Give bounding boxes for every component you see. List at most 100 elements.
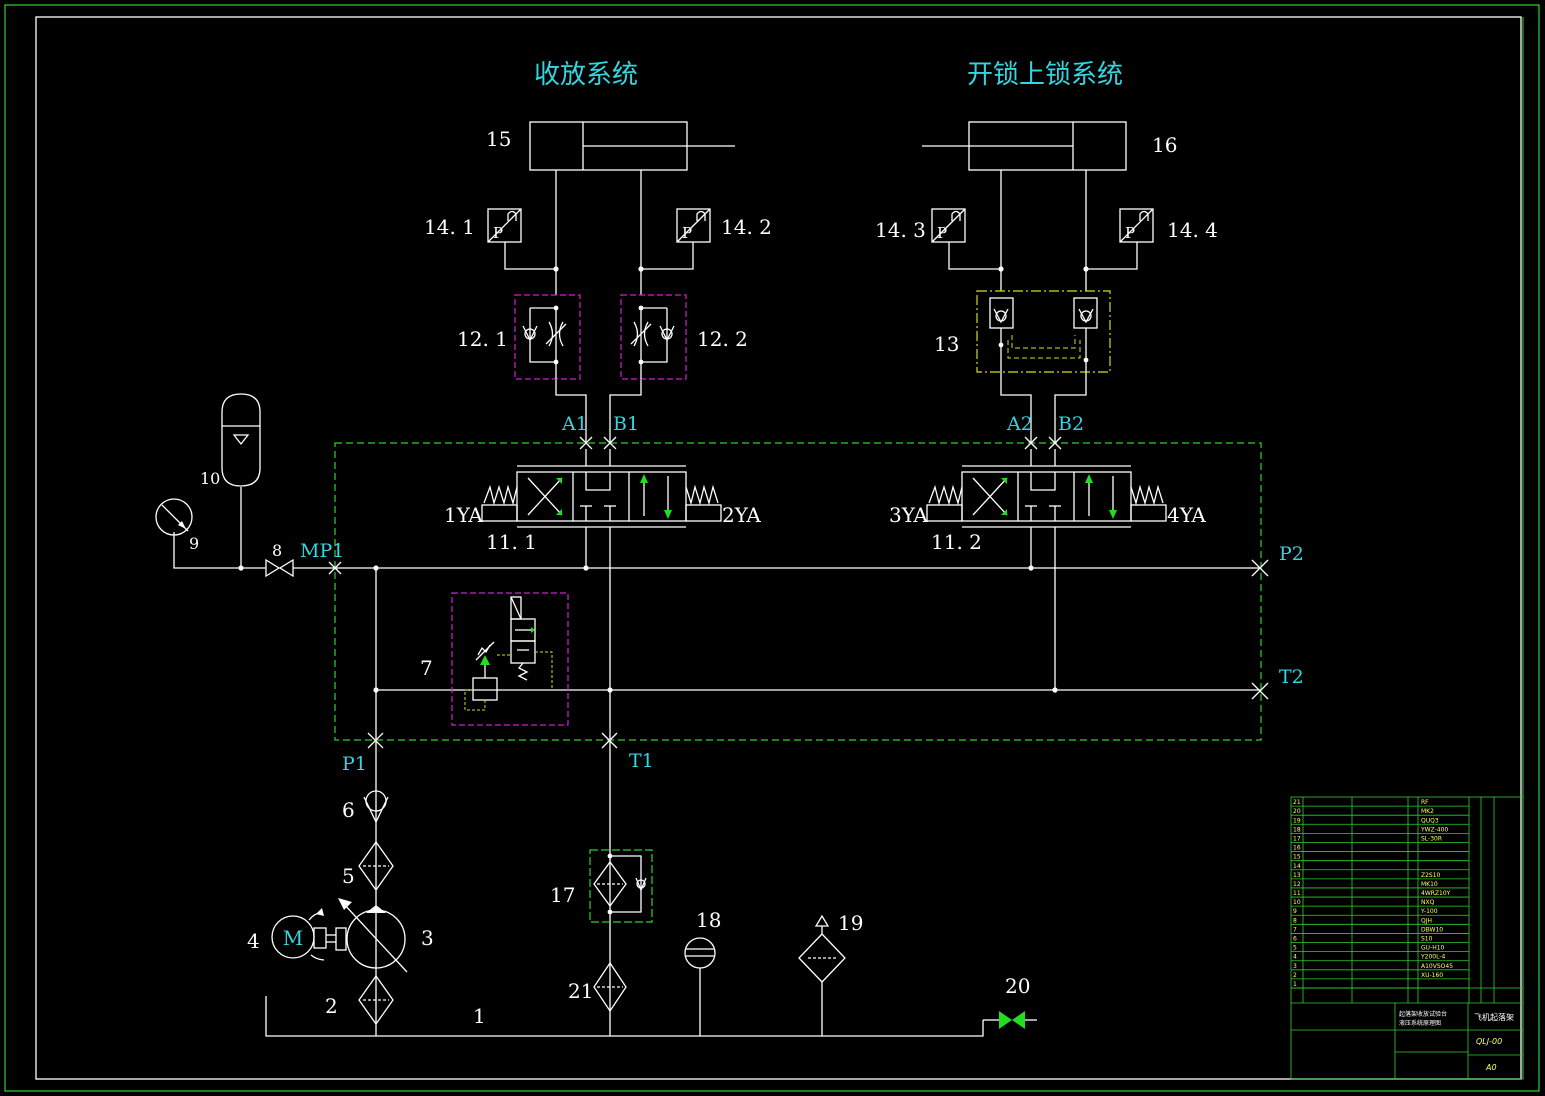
bom-row-number: 9 [1293,908,1297,915]
label-3: 3 [421,926,434,950]
variable-pump-3 [335,898,408,973]
level-gauge-18 [684,937,716,1036]
bom-row-number: 12 [1293,881,1301,888]
pressure-switch-14-2: P [676,208,711,243]
label-17: 17 [550,883,575,907]
bom-row-number: 19 [1293,817,1301,824]
label-7: 7 [420,656,433,680]
hydraulic-schematic: 收放系统 开锁上锁系统 P P P P M 1 2 3 4 5 6 7 8 9 … [4,4,1540,1092]
bom-row-code: GU-H10 [1421,945,1445,952]
label-20: 20 [1005,974,1030,998]
bom-row-number: 18 [1293,826,1301,833]
bom-row-number: 2 [1293,972,1297,979]
title-retract-system: 收放系统 [534,60,638,90]
bom-row-code: Y-100 [1420,908,1438,915]
label-14-3: 14. 3 [875,218,926,242]
bom-row-code: NXQ [1421,899,1435,906]
label-2: 2 [325,994,338,1018]
solenoid-1ya: 1YA [444,503,483,527]
bom-row-code: RF [1421,799,1429,806]
label-14-2: 14. 2 [721,215,772,239]
bom-row-number: 21 [1293,799,1301,806]
bom-row-number: 11 [1293,890,1301,897]
directional-valve-11-2 [926,465,1167,528]
bom-row-number: 3 [1293,963,1297,970]
title-lock-system: 开锁上锁系统 [967,60,1123,90]
label-1: 1 [473,1004,486,1028]
port-b2: B2 [1058,413,1084,435]
port-t2: T2 [1279,666,1304,688]
component-labels: 1 2 3 4 5 6 7 8 9 10 11. 1 11. 2 12. 1 1… [189,127,1218,1028]
bom-row-number: 6 [1293,936,1297,943]
svg-text:P: P [682,224,692,242]
label-12-2: 12. 2 [697,327,748,351]
label-21: 21 [568,979,593,1003]
port-t1: T1 [629,750,654,772]
main-lines [173,449,1261,1036]
bom-row-number: 14 [1293,863,1301,870]
throttle-check-valve-12-2 [620,294,687,380]
label-4: 4 [247,929,260,953]
bom-row-code: SL-30R [1421,835,1442,842]
label-10: 10 [200,469,220,488]
port-a2: A2 [1006,413,1033,435]
solenoid-3ya: 3YA [889,503,928,527]
port-p2: P2 [1279,543,1304,565]
bom-row-number: 4 [1293,954,1297,961]
label-11-2: 11. 2 [931,530,982,554]
bom-row-code: A10VSO45 [1421,963,1453,970]
return-filter-17 [589,849,653,923]
label-6: 6 [342,798,355,822]
port-mp1: MP1 [300,540,344,562]
drain-valve-20 [983,1011,1037,1029]
drawing-title: 飞机起落架 [1474,1012,1514,1022]
sheet-size: A0 [1485,1063,1497,1072]
port-b1: B1 [613,413,639,435]
label-15: 15 [486,127,511,151]
label-18: 18 [696,908,721,932]
bom-row-code: MK10 [1421,881,1438,888]
motor-4: M [271,908,336,961]
bom-row-number: 5 [1293,945,1297,952]
bom-row-code: Y200L-4 [1420,954,1446,961]
relief-valve-7 [451,592,569,726]
bom-row-number: 10 [1293,899,1301,906]
bom-row-code: XU-160 [1421,972,1443,979]
pressure-gauge-9 [155,498,193,536]
cylinder-15 [529,121,735,171]
design-title-2: 液压系统原理图 [1399,1019,1441,1027]
title-block: 21 RF20 MK219 QUQ318 YWZ-40017 SL-30R16151413… [1290,796,1524,1080]
bom-row-code: Z2S10 [1421,872,1441,879]
svg-text:P: P [937,224,947,242]
bom-row-number: 17 [1293,835,1301,842]
bom-row-number: 7 [1293,926,1297,933]
tank-1 [265,996,984,1037]
label-11-1: 11. 1 [486,530,537,554]
cylinder-16 [922,121,1127,171]
throttle-check-valve-12-1 [514,294,581,380]
label-5: 5 [342,864,355,888]
design-title-1: 起落架收放试验台 [1399,1010,1447,1018]
bom-row-number: 1 [1293,981,1297,988]
bom-row-code: 4WRZ10Y [1421,890,1451,897]
bom-row-number: 20 [1293,808,1301,815]
bom-row-code: QJH [1421,917,1432,924]
bom-row-code: YWZ-400 [1420,826,1448,833]
stop-valve-8 [265,558,294,578]
label-12-1: 12. 1 [457,327,508,351]
solenoid-2ya: 2YA [722,503,761,527]
svg-text:P: P [493,224,503,242]
hydraulic-lock-13 [976,290,1111,373]
bom-row-code: DBW10 [1421,926,1443,933]
label-13: 13 [934,332,959,356]
bom-row-code: MK2 [1421,808,1434,815]
cylinder-lines [504,170,1138,442]
solenoid-4ya: 4YA [1167,503,1206,527]
valve-block-boundary [334,442,1262,741]
drawing-code: QLJ-00 [1476,1037,1502,1046]
pressure-switch-14-4: P [1119,208,1154,243]
bom-row-number: 16 [1293,845,1301,852]
port-p1: P1 [342,753,367,775]
label-8: 8 [272,541,282,560]
bom-row-code: S10 [1421,936,1433,943]
